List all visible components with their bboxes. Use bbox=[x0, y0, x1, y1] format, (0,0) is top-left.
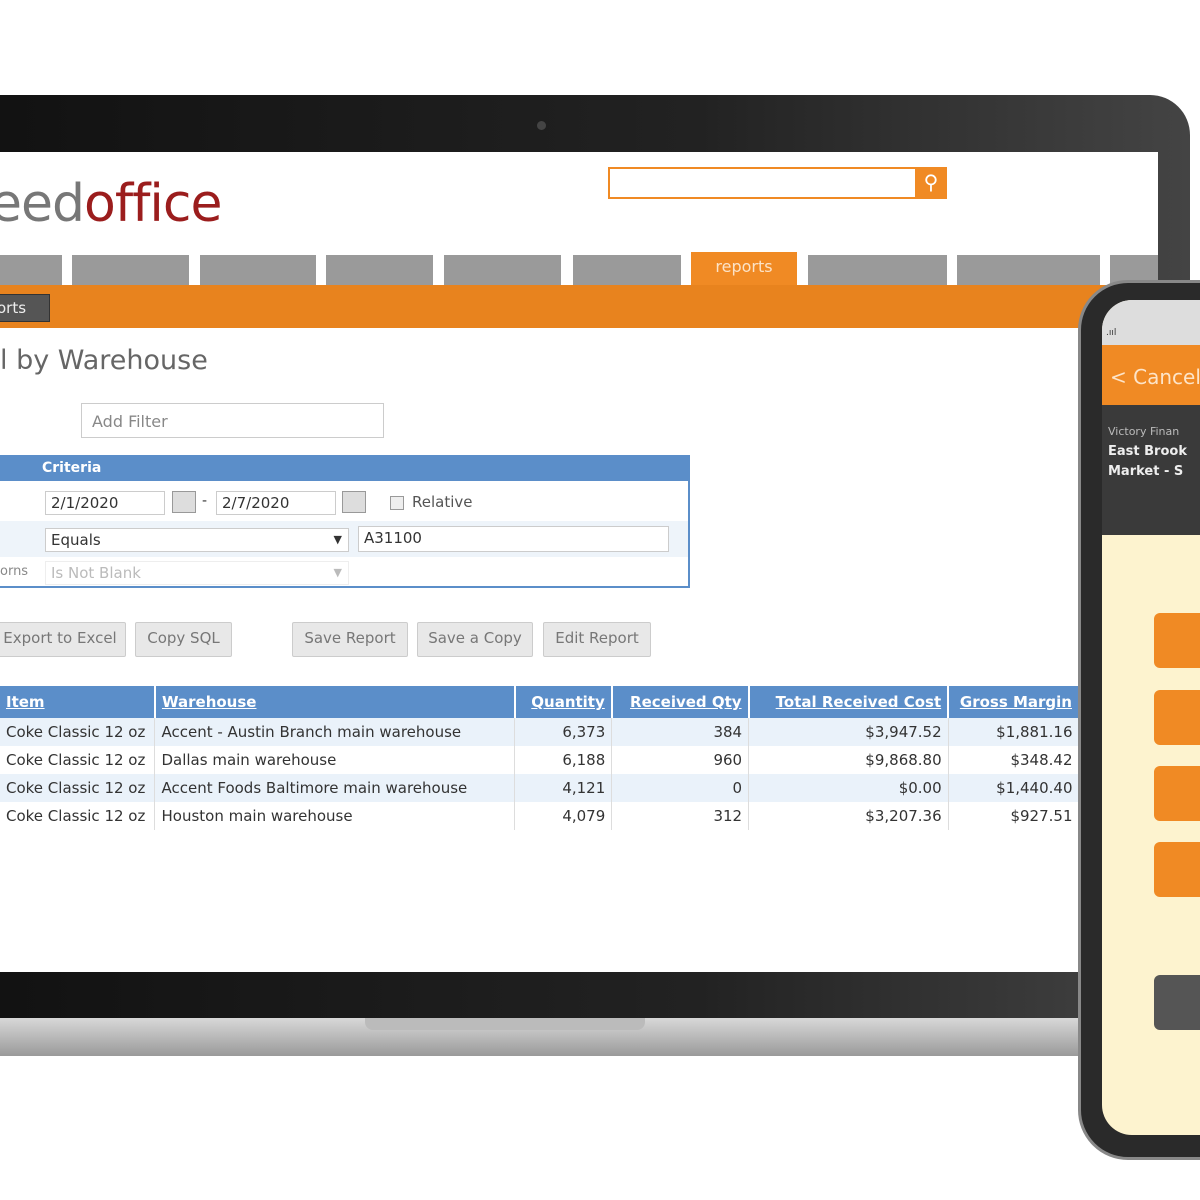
criteria-panel: Criteria 2/1/2020 - 2/7/2020 Relative Eq… bbox=[0, 455, 690, 588]
cell: $9,868.80 bbox=[748, 746, 949, 774]
search-input[interactable] bbox=[608, 167, 917, 199]
cell: 384 bbox=[611, 718, 750, 746]
cell: Accent Foods Baltimore main warehouse bbox=[154, 774, 516, 802]
operator-select-disabled[interactable]: Is Not Blank ▼ bbox=[45, 561, 349, 585]
operator-select[interactable]: Equals ▼ bbox=[45, 528, 349, 552]
cell: Coke Classic 12 oz bbox=[0, 774, 156, 802]
add-filter-input[interactable]: Add Filter bbox=[81, 403, 384, 438]
nav-tab[interactable] bbox=[957, 255, 1100, 285]
copy-sql-button[interactable]: Copy SQL bbox=[135, 622, 232, 657]
cell: Houston main warehouse bbox=[154, 802, 516, 830]
laptop-hinge bbox=[365, 1018, 645, 1030]
cell: $1,440.40 bbox=[948, 774, 1080, 802]
search-icon[interactable]: ⚲ bbox=[915, 167, 947, 199]
save-copy-button[interactable]: Save a Copy bbox=[417, 622, 533, 657]
breadcrumb[interactable]: orts bbox=[0, 294, 50, 322]
logo: eedoffice bbox=[0, 174, 222, 234]
cell: 312 bbox=[611, 802, 750, 830]
phone-action-button[interactable] bbox=[1154, 842, 1200, 897]
cell: Accent - Austin Branch main warehouse bbox=[154, 718, 516, 746]
phone-header: < Cancel bbox=[1102, 345, 1200, 405]
column-header-quantity[interactable]: Quantity bbox=[514, 686, 613, 718]
cell: Coke Classic 12 oz bbox=[0, 718, 156, 746]
calendar-icon[interactable] bbox=[172, 491, 196, 513]
nav-tab[interactable] bbox=[808, 255, 947, 285]
cell: $0.00 bbox=[748, 774, 949, 802]
cell: 960 bbox=[611, 746, 750, 774]
nav-tab[interactable] bbox=[200, 255, 316, 285]
column-header-total-received-cost[interactable]: Total Received Cost bbox=[748, 686, 950, 718]
column-header-received-qty[interactable]: Received Qty bbox=[611, 686, 750, 718]
camera-icon bbox=[537, 121, 546, 130]
nav-tab[interactable] bbox=[326, 255, 433, 285]
phone-info-panel: Victory Finan East Brook Market - S bbox=[1102, 405, 1200, 535]
laptop-screen: eedoffice ⚲ reports orts l by Warehouse … bbox=[0, 152, 1158, 972]
export-excel-button[interactable]: Export to Excel bbox=[0, 622, 126, 657]
calendar-icon[interactable] bbox=[342, 491, 366, 513]
column-header-gross-margin[interactable]: Gross Margin bbox=[948, 686, 1080, 718]
value-input[interactable]: A31100 bbox=[358, 526, 669, 552]
column-header-item[interactable]: Item bbox=[0, 686, 156, 718]
cell: $927.51 bbox=[948, 802, 1080, 830]
phone-screen: .ııl < Cancel Victory Finan East Brook M… bbox=[1102, 300, 1200, 1135]
cell: $3,207.36 bbox=[748, 802, 949, 830]
criteria-header: Criteria bbox=[0, 457, 688, 481]
subnav-bar bbox=[0, 285, 1158, 328]
nav-tab[interactable] bbox=[444, 255, 561, 285]
phone-action-button[interactable] bbox=[1154, 690, 1200, 745]
cell: 4,121 bbox=[514, 774, 613, 802]
cell: 0 bbox=[611, 774, 750, 802]
tab-reports[interactable]: reports bbox=[691, 252, 797, 288]
relative-label: Relative bbox=[412, 493, 473, 511]
chevron-down-icon: ▼ bbox=[333, 566, 342, 579]
cancel-button[interactable]: < Cancel bbox=[1110, 365, 1200, 389]
save-report-button[interactable]: Save Report bbox=[292, 622, 408, 657]
column-header-warehouse[interactable]: Warehouse bbox=[154, 686, 516, 718]
status-bar: .ııl bbox=[1102, 300, 1200, 345]
cell: 6,188 bbox=[514, 746, 613, 774]
chevron-down-icon: ▼ bbox=[333, 533, 342, 546]
date-to-input[interactable]: 2/7/2020 bbox=[216, 491, 336, 515]
cell: Coke Classic 12 oz bbox=[0, 746, 156, 774]
phone-subtitle: Victory Finan bbox=[1108, 425, 1180, 438]
phone-title: East Brook bbox=[1108, 444, 1187, 459]
phone-action-button[interactable] bbox=[1154, 613, 1200, 668]
table-row: Coke Classic 12 oz Houston main warehouse… bbox=[0, 802, 1080, 830]
phone-dark-button[interactable] bbox=[1154, 975, 1200, 1030]
cell: 6,373 bbox=[514, 718, 613, 746]
cell: Dallas main warehouse bbox=[154, 746, 516, 774]
edit-report-button[interactable]: Edit Report bbox=[543, 622, 651, 657]
signal-icon: .ııl bbox=[1106, 328, 1117, 338]
cell: $3,947.52 bbox=[748, 718, 949, 746]
cell: 4,079 bbox=[514, 802, 613, 830]
phone-title-2: Market - S bbox=[1108, 464, 1184, 479]
table-header: Item Warehouse Quantity Received Qty Tot… bbox=[0, 686, 1080, 718]
nav-tab[interactable] bbox=[573, 255, 681, 285]
table-row: Coke Classic 12 oz Accent - Austin Branch… bbox=[0, 718, 1080, 746]
nav-tab[interactable] bbox=[72, 255, 189, 285]
phone-action-button[interactable] bbox=[1154, 766, 1200, 821]
date-from-input[interactable]: 2/1/2020 bbox=[45, 491, 165, 515]
relative-checkbox[interactable] bbox=[390, 496, 404, 510]
cell: $1,881.16 bbox=[948, 718, 1080, 746]
page-title: l by Warehouse bbox=[0, 345, 208, 376]
criteria-label: orns bbox=[0, 564, 29, 579]
date-separator: - bbox=[202, 493, 208, 509]
table-row: Coke Classic 12 oz Accent Foods Baltimore… bbox=[0, 774, 1080, 802]
cell: $348.42 bbox=[948, 746, 1080, 774]
nav-tab[interactable] bbox=[0, 255, 62, 285]
cell: Coke Classic 12 oz bbox=[0, 802, 156, 830]
report-table: Item Warehouse Quantity Received Qty Tot… bbox=[0, 686, 1080, 830]
table-row: Coke Classic 12 oz Dallas main warehouse 6… bbox=[0, 746, 1080, 774]
